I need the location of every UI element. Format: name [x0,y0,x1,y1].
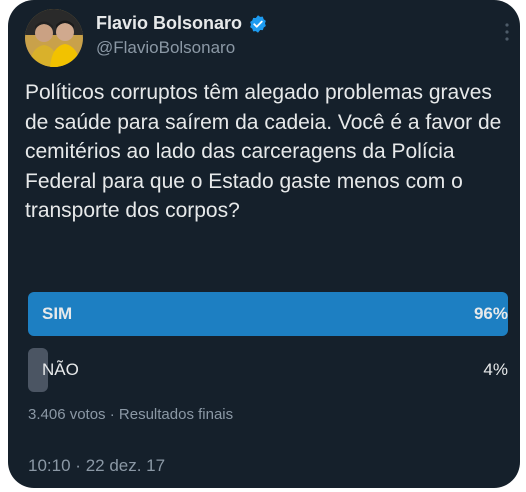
author-display-name[interactable]: Flavio Bolsonaro [96,13,242,34]
verified-badge-icon [250,14,266,33]
tweet-time: 10:10 [28,456,71,475]
poll: SIM 96% NÃO 4% [28,292,508,404]
poll-bar-sim [28,292,508,336]
poll-option-label: NÃO [42,360,79,379]
avatar[interactable] [25,9,83,67]
author-name-row: Flavio Bolsonaro [96,13,268,34]
timestamp-separator: · [75,456,81,475]
author-handle[interactable]: @FlavioBolsonaro [96,38,235,58]
poll-option-sim: SIM 96% [28,292,508,336]
more-options-icon[interactable] [504,22,510,42]
poll-option-percent: 96% [473,304,508,323]
poll-meta: 3.406 votos · Resultados finais [28,406,233,423]
tweet-card[interactable]: Flavio Bolsonaro @FlavioBolsonaro Políti… [8,0,520,488]
tweet-text: Políticos corruptos têm alegado problema… [25,81,502,222]
poll-option-percent: 4% [483,360,508,379]
poll-option-label: SIM [42,304,73,323]
poll-meta-separator: · [109,406,115,423]
poll-status: Resultados finais [118,406,234,423]
profile-photo-icon [25,9,83,67]
poll-option-nao: NÃO 4% [28,348,508,392]
poll-votes: 3.406 votos [28,406,106,423]
tweet-date: 22 dez. 17 [85,456,166,475]
tweet-timestamp[interactable]: 10:10 · 22 dez. 17 [28,456,165,476]
